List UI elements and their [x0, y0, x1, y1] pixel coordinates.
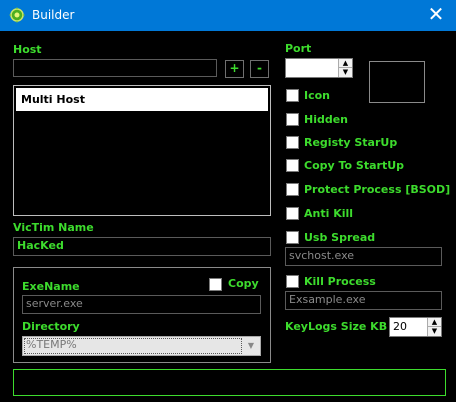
- directory-label: Directory: [22, 320, 80, 333]
- chevron-down-icon[interactable]: ▼: [244, 339, 258, 353]
- usb-spread-checkbox[interactable]: [286, 231, 299, 244]
- icon-preview[interactable]: [369, 61, 425, 103]
- add-host-button[interactable]: +: [225, 60, 244, 78]
- protect-process-label: Protect Process [BSOD]: [304, 183, 451, 196]
- icon-checkbox[interactable]: [286, 89, 299, 102]
- port-up-icon[interactable]: ▲: [339, 59, 352, 68]
- keylogs-size-value: 20: [393, 320, 407, 333]
- builder-window: Builder ✕ Host + - Multi Host VicTim Nam…: [0, 0, 456, 402]
- port-down-icon[interactable]: ▼: [339, 68, 352, 77]
- protect-process-checkbox[interactable]: [286, 183, 299, 196]
- keylogs-up-icon[interactable]: ▲: [428, 318, 441, 327]
- hidden-option-label: Hidden: [304, 113, 349, 126]
- host-label: Host: [13, 43, 42, 56]
- registry-startup-checkbox[interactable]: [286, 136, 299, 149]
- close-button[interactable]: ✕: [416, 0, 456, 31]
- kill-process-label: Kill Process: [304, 275, 376, 288]
- close-icon: ✕: [427, 2, 445, 26]
- keylogs-size-label: KeyLogs Size KB: [285, 320, 388, 333]
- port-spin-buttons: ▲ ▼: [338, 59, 352, 77]
- keylogs-spin-buttons: ▲ ▼: [427, 318, 441, 336]
- host-input[interactable]: [13, 59, 217, 77]
- host-list[interactable]: Multi Host: [13, 85, 271, 216]
- copy-to-startup-label: Copy To StartUp: [304, 159, 405, 172]
- copy-to-startup-checkbox[interactable]: [286, 159, 299, 172]
- anti-kill-checkbox[interactable]: [286, 207, 299, 220]
- icon-option-label: Icon: [304, 89, 331, 102]
- title-bar: Builder ✕: [0, 0, 456, 31]
- keylogs-size-spinner[interactable]: 20 ▲ ▼: [389, 317, 442, 337]
- kill-process-checkbox[interactable]: [286, 275, 299, 288]
- directory-select[interactable]: %TEMP% ▼: [22, 336, 261, 356]
- green-gear-icon: [9, 7, 25, 23]
- port-spinner[interactable]: ▲ ▼: [285, 58, 353, 78]
- window-title: Builder: [32, 8, 75, 22]
- keylogs-down-icon[interactable]: ▼: [428, 327, 441, 336]
- port-label: Port: [285, 42, 312, 55]
- copy-label: Copy: [228, 277, 259, 290]
- kill-process-input[interactable]: Exsample.exe: [285, 291, 442, 310]
- exe-name-input[interactable]: server.exe: [22, 295, 261, 314]
- directory-value: %TEMP%: [26, 338, 77, 351]
- victim-name-label: VicTim Name: [13, 221, 94, 234]
- copy-checkbox[interactable]: [209, 278, 222, 291]
- usb-spread-input[interactable]: svchost.exe: [285, 247, 442, 266]
- build-status-box[interactable]: [13, 369, 446, 396]
- hidden-checkbox[interactable]: [286, 113, 299, 126]
- usb-spread-label: Usb Spread: [304, 231, 376, 244]
- registry-startup-label: Registy StarUp: [304, 136, 398, 149]
- exe-name-label: ExeName: [22, 280, 80, 293]
- list-item[interactable]: Multi Host: [16, 88, 268, 111]
- remove-host-button[interactable]: -: [250, 60, 269, 78]
- anti-kill-label: Anti Kill: [304, 207, 354, 220]
- victim-name-input[interactable]: HacKed: [13, 237, 271, 256]
